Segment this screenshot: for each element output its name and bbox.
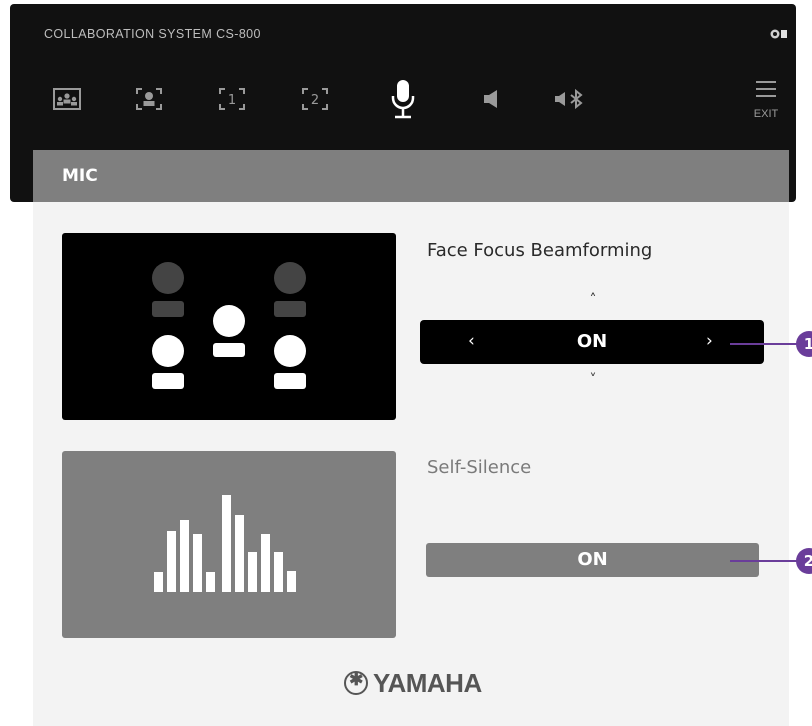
tab-bluetooth-volume[interactable] xyxy=(550,78,590,120)
preset-2-icon: 2 xyxy=(302,88,328,110)
self-silence-label: Self-Silence xyxy=(427,457,532,478)
preset-1-label: 1 xyxy=(228,93,236,108)
brand-name: YAMAHA xyxy=(373,668,482,698)
self-silence-illustration xyxy=(62,451,396,638)
callout-2-badge: 2 xyxy=(796,548,812,574)
microphone-icon xyxy=(391,80,415,119)
preset-2-label: 2 xyxy=(311,93,319,108)
chevron-up-icon[interactable]: ˄ xyxy=(583,292,603,308)
tab-preset-1[interactable]: 1 xyxy=(213,78,251,120)
status-indicator-icon xyxy=(770,28,788,43)
callout-1-line xyxy=(730,343,804,345)
tab-group-framing[interactable] xyxy=(48,78,86,120)
face-focus-illustration xyxy=(62,233,396,420)
callout-1-badge: 1 xyxy=(796,331,812,357)
preset-1-icon: 1 xyxy=(219,88,245,110)
panel-header: MIC xyxy=(33,150,789,202)
face-focus-selector[interactable]: ‹ ON › xyxy=(420,320,764,364)
chevron-right-icon[interactable]: › xyxy=(706,331,713,351)
group-framing-icon xyxy=(53,88,81,110)
bluetooth-volume-icon xyxy=(555,88,583,110)
tab-preset-2[interactable]: 2 xyxy=(296,78,334,120)
face-focus-label: Face Focus Beamforming xyxy=(427,240,653,261)
menu-icon xyxy=(756,81,776,97)
yamaha-emblem-icon xyxy=(344,670,368,695)
people-icon xyxy=(152,262,306,389)
chevron-down-icon[interactable]: ˅ xyxy=(583,372,603,388)
brand-logo: YAMAHA xyxy=(344,668,482,699)
speaker-volume-icon xyxy=(484,90,497,108)
audio-level-icon xyxy=(154,495,296,592)
panel-title: MIC xyxy=(62,166,98,186)
exit-button[interactable]: EXIT xyxy=(745,80,787,120)
callout-2-line xyxy=(730,560,804,562)
speaker-framing-icon xyxy=(136,88,162,110)
mic-panel: MIC Face Focus Beamforming ˄ ‹ ON › ˅ Se… xyxy=(33,150,789,726)
self-silence-toggle[interactable]: ON xyxy=(426,543,759,577)
tab-speaker-volume[interactable] xyxy=(477,78,507,120)
system-title: COLLABORATION SYSTEM CS-800 xyxy=(44,27,261,41)
tab-mic[interactable] xyxy=(383,78,423,120)
exit-label: EXIT xyxy=(753,108,779,120)
tab-speaker-framing[interactable] xyxy=(130,78,168,120)
